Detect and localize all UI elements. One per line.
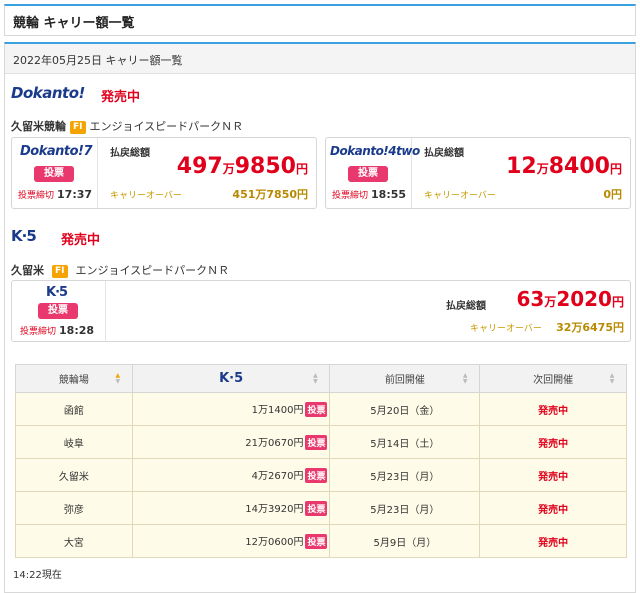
k5-card: K·5 投票 投票締切 18:28 払戻総額 63万2020円 キャリーオーバー … — [11, 280, 631, 342]
page: 競輪 キャリー額一覧 2022年05月25日 キャリー額一覧 Dokanto! … — [0, 0, 640, 593]
table-row: 函館 1万1400円 投票 5月20日（金） 発売中 — [15, 392, 627, 426]
dokanto7-deadline: 投票締切 17:37 — [18, 188, 93, 201]
k5-venue-line: 久留米 FI エンジョイスピードパークＮＲ — [11, 262, 229, 278]
dokanto7-payout-amount: 497万9850円 — [176, 154, 308, 179]
dokanto4two-carry-value: 0円 — [603, 188, 622, 201]
row-venue: 岐阜 — [15, 425, 133, 459]
k5-vote-button[interactable]: 投票 — [38, 303, 78, 319]
dokanto4two-payout-amount: 12万8400円 — [506, 154, 622, 179]
header-venue[interactable]: 競輪場 ▲ ▼ — [15, 364, 133, 393]
race-name: エンジョイスピードパークＮＲ — [89, 120, 244, 133]
grade-badge: FI — [52, 265, 68, 278]
venue-name: 久留米競輪 — [11, 120, 66, 133]
row-venue: 弥彦 — [15, 491, 133, 525]
row-next: 発売中 — [479, 425, 627, 459]
row-vote-button[interactable]: 投票 — [305, 534, 328, 550]
k5-logo[interactable]: K·5 — [11, 227, 37, 245]
row-venue: 大宮 — [15, 524, 133, 558]
date-label: 2022年05月25日 キャリー額一覧 — [13, 54, 183, 67]
race-name: エンジョイスピードパークＮＲ — [75, 264, 230, 277]
row-prev: 5月23日（月） — [329, 491, 481, 525]
row-next: 発売中 — [479, 524, 627, 558]
row-prev: 5月23日（月） — [329, 458, 481, 492]
k5-card-left: K·5 投票 投票締切 18:28 — [12, 281, 106, 341]
sort-icon[interactable]: ▲ ▼ — [608, 373, 616, 385]
table-row: 弥彦 14万3920円 投票 5月23日（月） 発売中 — [15, 491, 627, 525]
header-next[interactable]: 次回開催 ▲ ▼ — [479, 364, 627, 393]
sort-icon[interactable]: ▲ ▼ — [311, 373, 319, 385]
row-amount: 12万0600円 投票 — [131, 524, 331, 558]
k5-deadline: 投票締切 18:28 — [20, 324, 95, 337]
k5-carry-value: 32万6475円 — [556, 321, 624, 334]
dokanto4two-carry-label: キャリーオーバー — [424, 191, 496, 201]
row-next: 発売中 — [479, 458, 627, 492]
header-prev[interactable]: 前回開催 ▲ ▼ — [329, 364, 481, 393]
k5-payout-label: 払戻総額 — [446, 301, 486, 312]
row-amount: 21万0670円 投票 — [131, 425, 331, 459]
row-vote-button[interactable]: 投票 — [305, 501, 328, 517]
dokanto-logo[interactable]: Dokanto! — [11, 84, 85, 102]
venue-name: 久留米 — [11, 264, 44, 277]
dokanto7-card: Dokanto!7 投票 投票締切 17:37 払戻総額 497万9850円 キャ… — [11, 137, 317, 209]
row-vote-button[interactable]: 投票 — [305, 468, 328, 484]
k5-status: 発売中 — [61, 233, 101, 248]
dokanto-status: 発売中 — [101, 90, 141, 105]
dokanto7-card-left: Dokanto!7 投票 投票締切 17:37 — [12, 138, 98, 208]
row-amount: 1万1400円 投票 — [131, 392, 331, 426]
page-title: 競輪 キャリー額一覧 — [13, 16, 135, 31]
sort-icon[interactable]: ▲ ▼ — [114, 373, 122, 385]
dokanto7-payout-label: 払戻総額 — [110, 148, 150, 159]
table-row: 久留米 4万2670円 投票 5月23日（月） 発売中 — [15, 458, 627, 492]
dokanto4two-card: Dokanto!4two 投票 投票締切 18:55 払戻総額 12万8400円 … — [325, 137, 631, 209]
row-prev: 5月14日（土） — [329, 425, 481, 459]
dokanto7-vote-button[interactable]: 投票 — [34, 166, 74, 182]
row-vote-button[interactable]: 投票 — [305, 435, 328, 451]
main-panel: 2022年05月25日 キャリー額一覧 Dokanto! 発売中 久留米競輪 FI… — [4, 42, 636, 593]
dokanto4two-logo: Dokanto!4two — [330, 144, 420, 158]
table-row: 岐阜 21万0670円 投票 5月14日（土） 発売中 — [15, 425, 627, 459]
dokanto4two-payout-label: 払戻総額 — [424, 148, 464, 159]
row-next: 発売中 — [479, 491, 627, 525]
row-venue: 久留米 — [15, 458, 133, 492]
dokanto7-carry-label: キャリーオーバー — [110, 191, 182, 201]
sort-icon[interactable]: ▲ ▼ — [461, 373, 469, 385]
updated-time: 14:22現在 — [13, 570, 62, 581]
row-prev: 5月9日（月） — [329, 524, 481, 558]
table-row: 大宮 12万0600円 投票 5月9日（月） 発売中 — [15, 524, 627, 558]
grade-badge: FI — [70, 121, 86, 134]
header-box: 競輪 キャリー額一覧 — [4, 4, 636, 36]
date-bar: 2022年05月25日 キャリー額一覧 — [5, 44, 635, 74]
table-header-row: 競輪場 ▲ ▼ K·5 ▲ ▼ 前回開催 ▲ ▼ 次回開催 ▲ ▼ — [15, 364, 627, 393]
dokanto-venue-line: 久留米競輪 FI エンジョイスピードパークＮＲ — [11, 118, 243, 134]
row-vote-button[interactable]: 投票 — [305, 402, 328, 418]
k5-card-logo: K·5 — [46, 285, 68, 300]
row-amount: 14万3920円 投票 — [131, 491, 331, 525]
dokanto4two-deadline: 投票締切 18:55 — [332, 188, 407, 201]
row-amount: 4万2670円 投票 — [131, 458, 331, 492]
k5-payout-amount: 63万2020円 — [516, 287, 624, 311]
dokanto7-carry-value: 451万7850円 — [232, 188, 308, 201]
row-prev: 5月20日（金） — [329, 392, 481, 426]
header-k5[interactable]: K·5 ▲ ▼ — [131, 364, 331, 393]
k5-carry-label: キャリーオーバー — [470, 324, 542, 334]
dokanto4two-card-left: Dokanto!4two 投票 投票締切 18:55 — [326, 138, 420, 208]
dokanto4two-vote-button[interactable]: 投票 — [348, 166, 388, 182]
carry-table: 競輪場 ▲ ▼ K·5 ▲ ▼ 前回開催 ▲ ▼ 次回開催 ▲ ▼ 函館 1万1400円 投票 5… — [15, 364, 627, 558]
dokanto7-logo: Dokanto!7 — [20, 144, 93, 159]
row-next: 発売中 — [479, 392, 627, 426]
row-venue: 函館 — [15, 392, 133, 426]
